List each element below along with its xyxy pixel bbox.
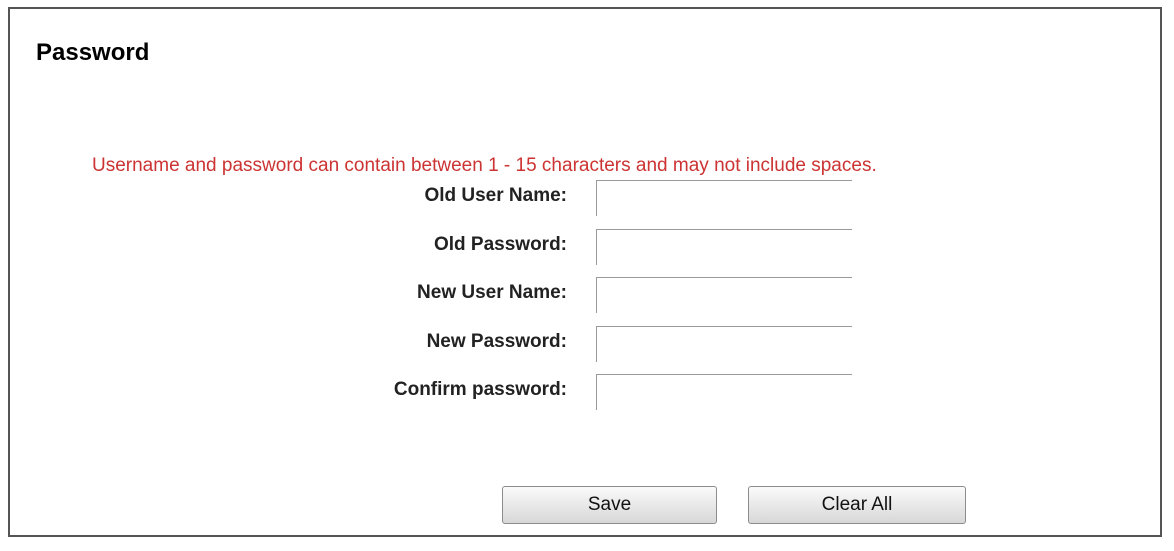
old-password-row: Old Password:: [10, 229, 1164, 269]
password-rules-notice: Username and password can contain betwee…: [92, 155, 877, 176]
page-title: Password: [36, 39, 150, 66]
new-password-row: New Password:: [10, 326, 1164, 366]
new-password-label: New Password:: [426, 331, 567, 352]
confirm-password-label: Confirm password:: [393, 379, 567, 400]
old-username-input[interactable]: [596, 180, 852, 216]
new-username-input[interactable]: [596, 277, 852, 313]
clear-all-button[interactable]: Clear All: [748, 486, 966, 524]
new-username-label: New User Name:: [417, 282, 567, 303]
new-password-input[interactable]: [596, 326, 852, 362]
old-password-label: Old Password:: [433, 234, 567, 255]
confirm-password-row: Confirm password:: [10, 374, 1164, 414]
old-username-label: Old User Name:: [424, 185, 567, 206]
old-username-row: Old User Name:: [10, 180, 1164, 220]
new-username-row: New User Name:: [10, 277, 1164, 317]
confirm-password-input[interactable]: [596, 374, 852, 410]
save-button[interactable]: Save: [502, 486, 717, 524]
password-panel: Password Username and password can conta…: [8, 7, 1162, 537]
old-password-input[interactable]: [596, 229, 852, 265]
